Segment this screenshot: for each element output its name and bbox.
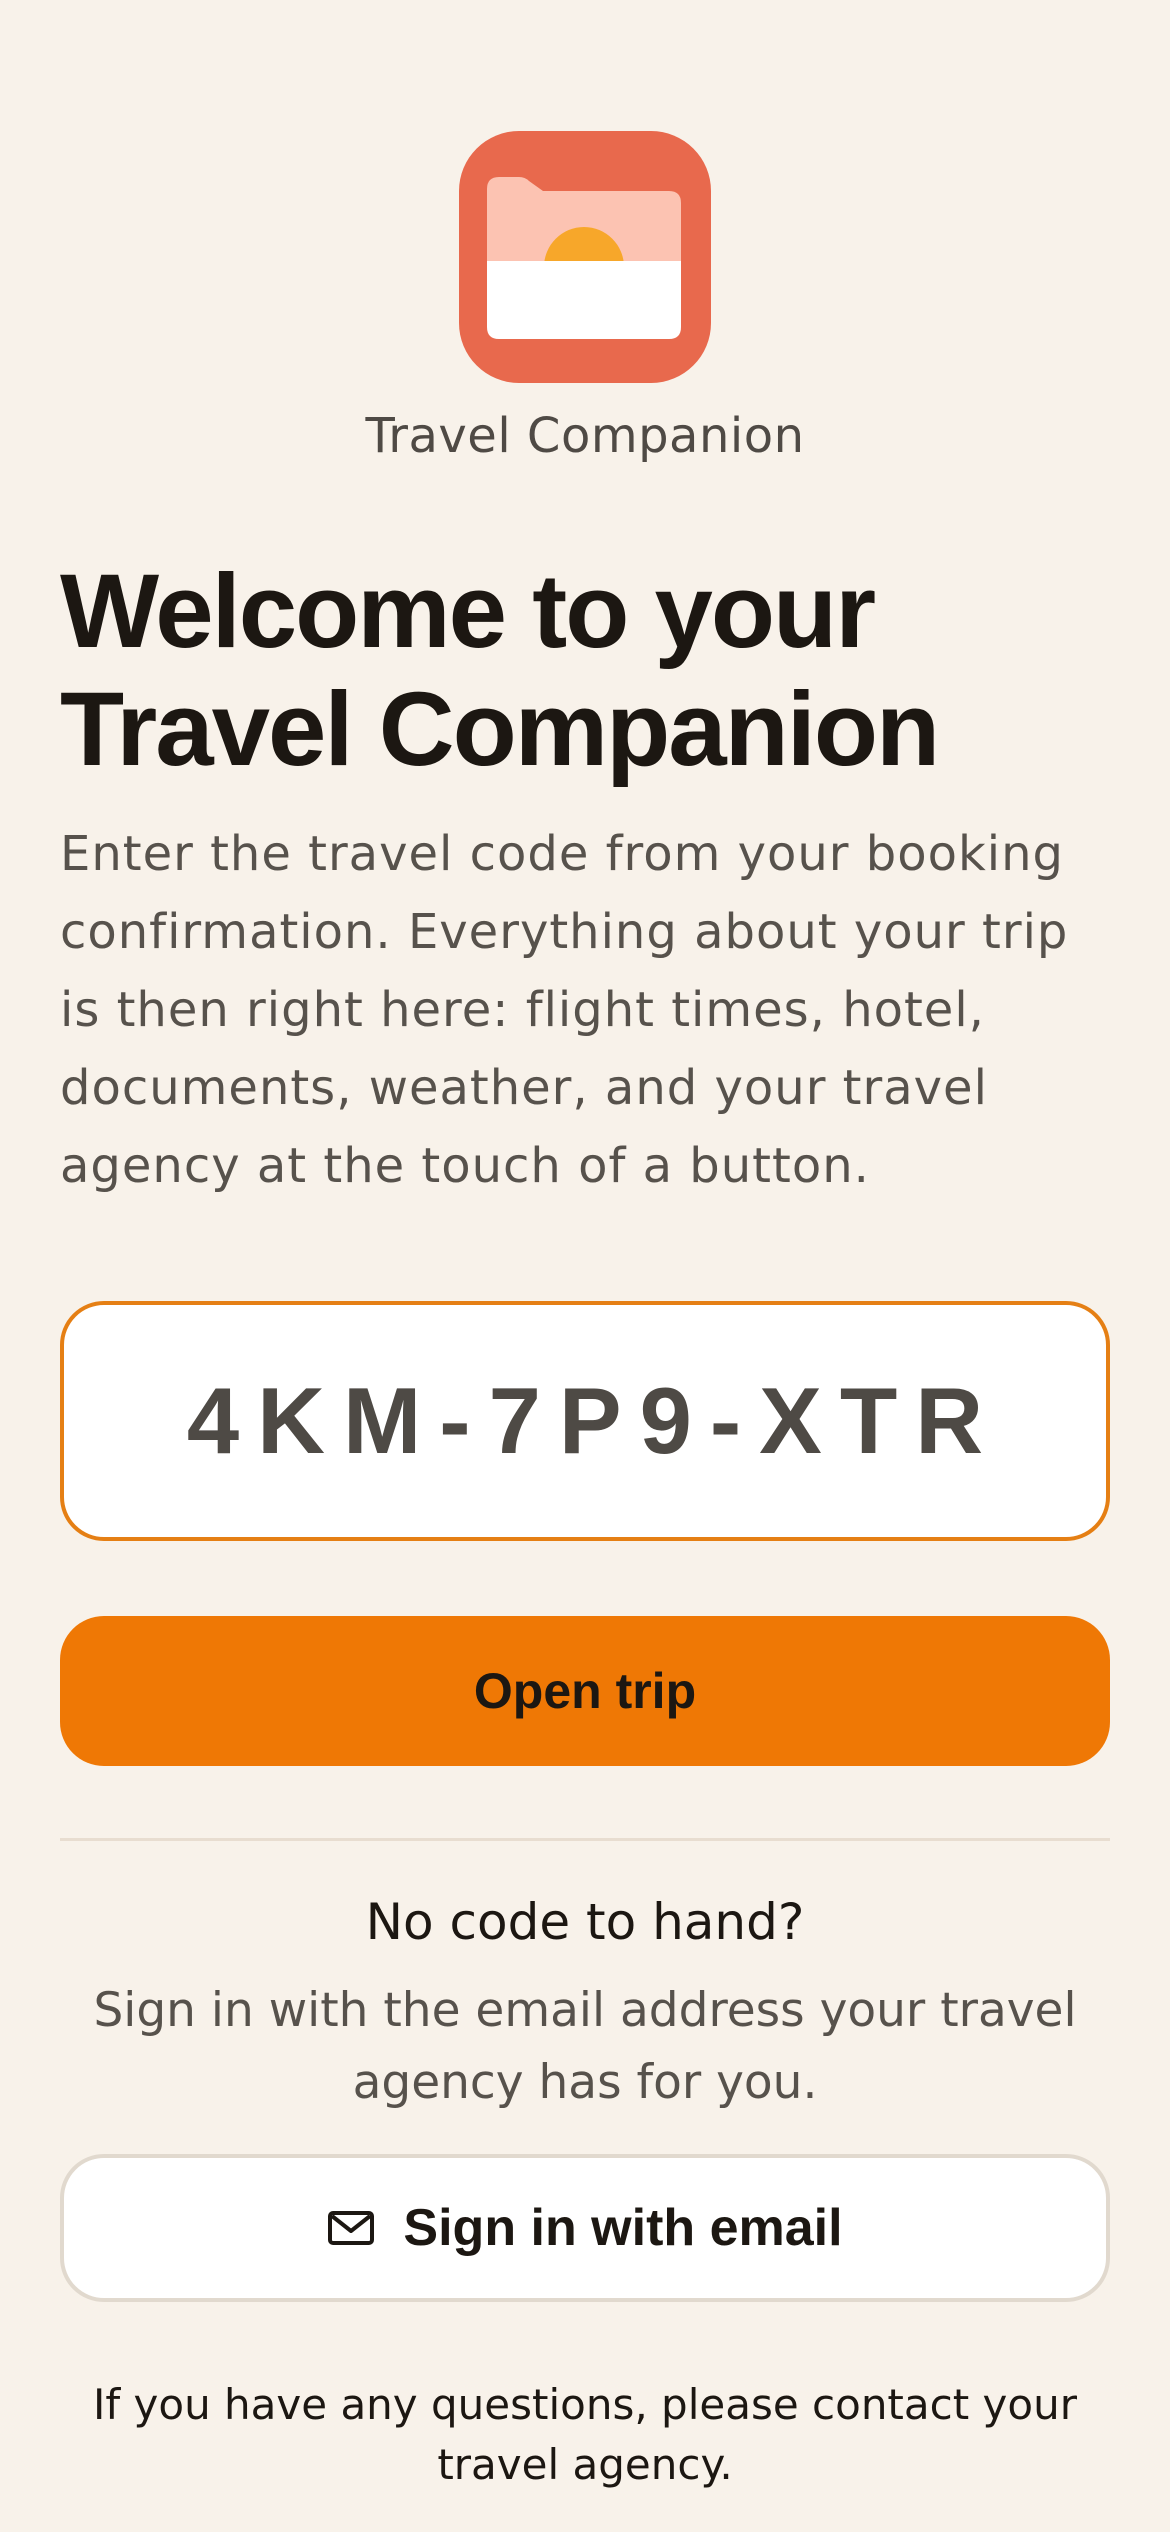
- travel-code-field[interactable]: [60, 1301, 1110, 1541]
- sign-in-with-email-label: Sign in with email: [403, 2199, 843, 2257]
- folder-sunrise-icon: [459, 131, 711, 383]
- welcome-screen: Travel Companion Welcome to your Travel …: [0, 0, 1170, 2532]
- no-code-description: Sign in with the email address your trav…: [93, 1983, 1077, 2110]
- app-name: Travel Companion: [365, 408, 805, 464]
- travel-code-input[interactable]: [64, 1367, 1106, 1475]
- intro-text: Enter the travel code from your booking …: [60, 826, 1069, 1194]
- sign-in-with-email-button[interactable]: Sign in with email: [60, 2154, 1110, 2302]
- no-code-heading: No code to hand?: [365, 1893, 805, 1951]
- section-divider: [60, 1838, 1110, 1841]
- footer-note: If you have any questions, please contac…: [93, 2380, 1077, 2489]
- open-trip-button[interactable]: Open trip: [60, 1616, 1110, 1766]
- page-title: Welcome to your Travel Companion: [60, 553, 940, 788]
- mail-icon: [327, 2210, 375, 2246]
